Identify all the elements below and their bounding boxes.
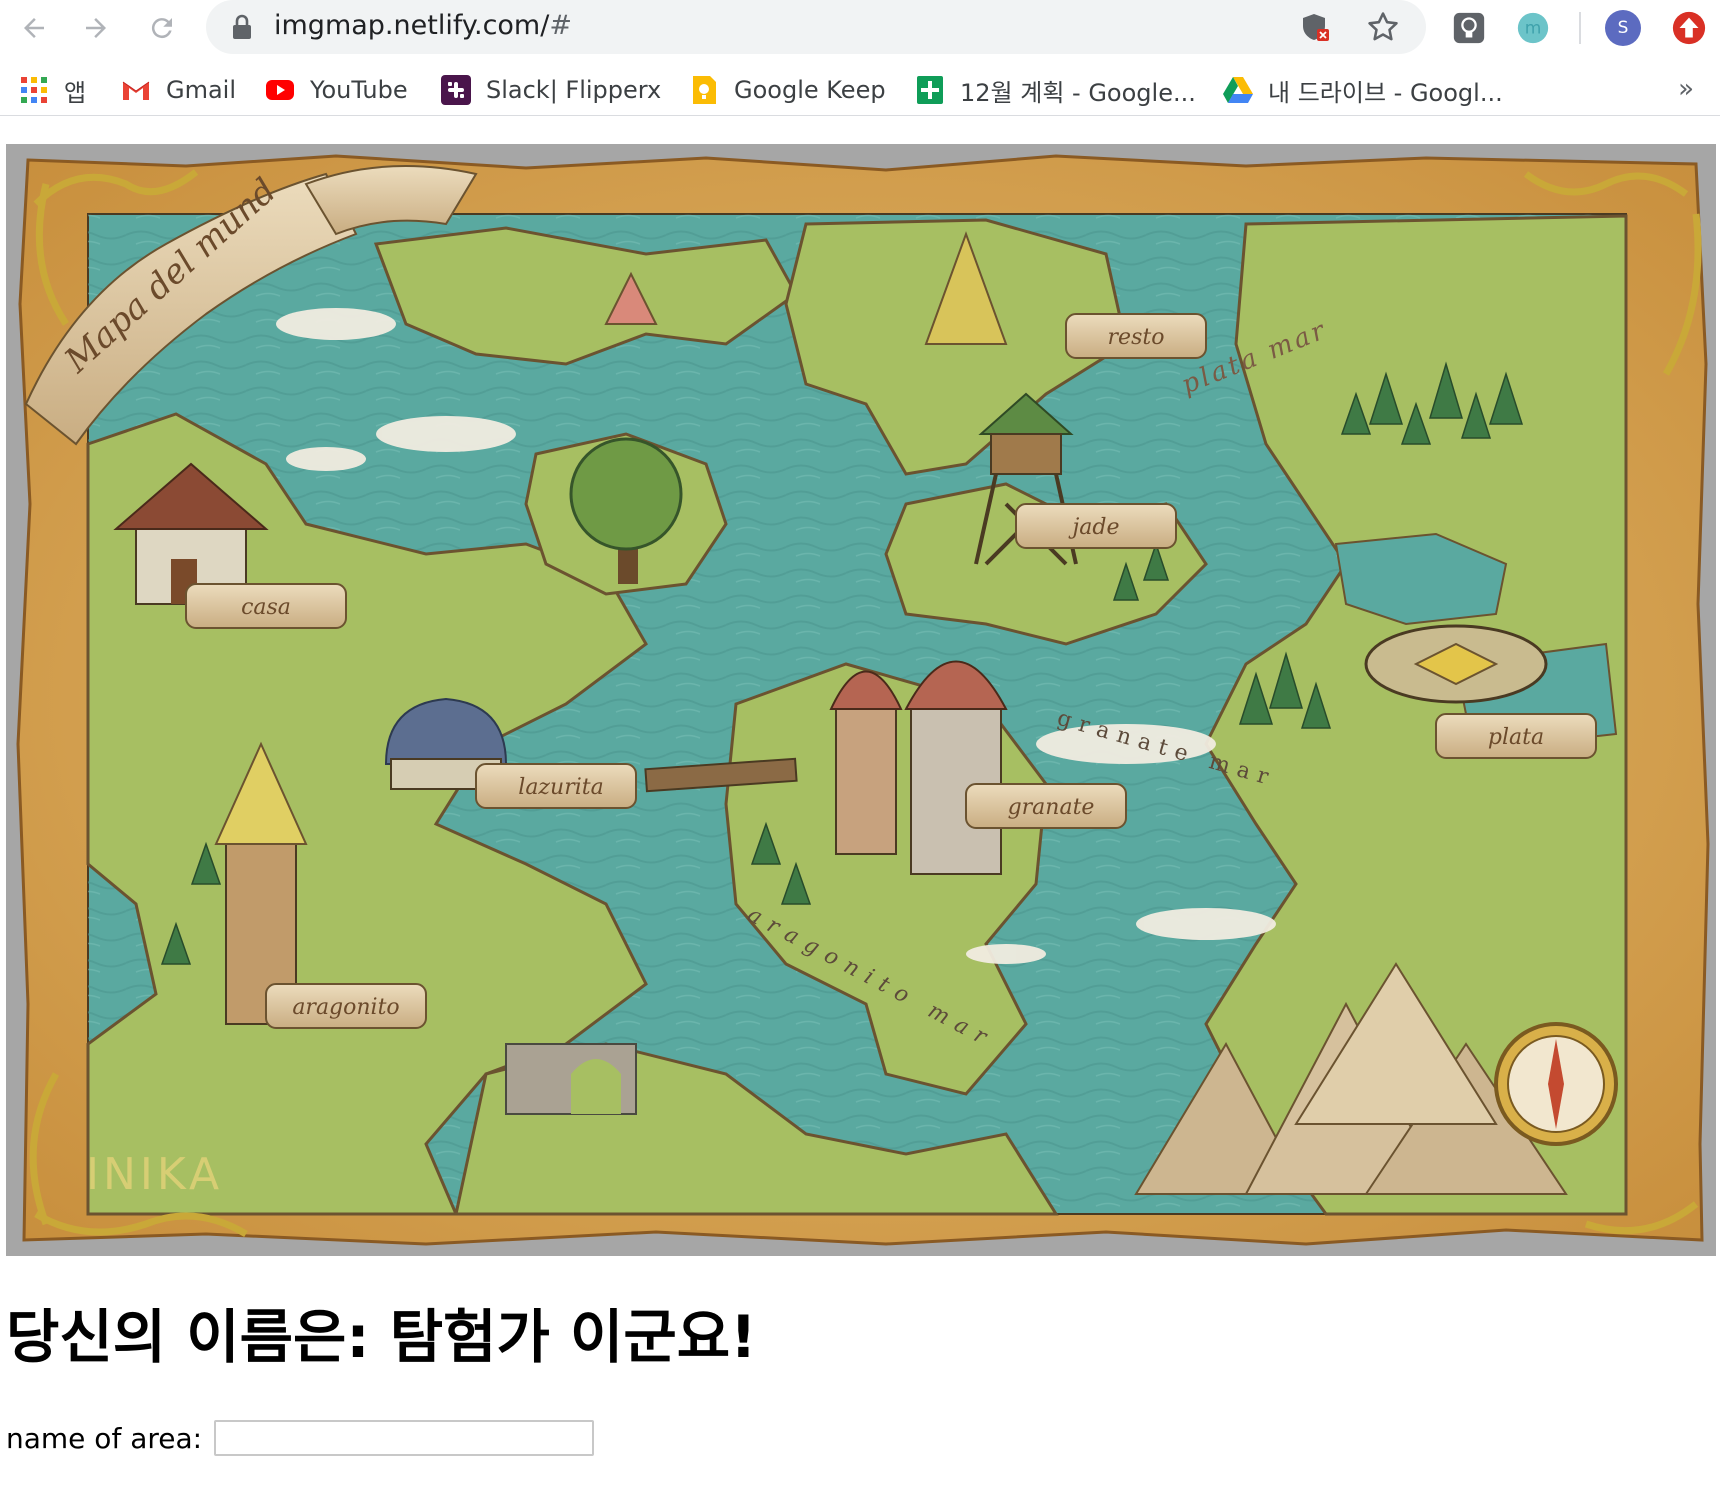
arrow-left-icon: [24, 18, 44, 38]
lock-icon: [233, 14, 251, 39]
bookmark-slack[interactable]: Slack| Flipperx: [440, 72, 661, 108]
map-illustration[interactable]: Mapa del mund resto jade casa lazurita g…: [6, 144, 1716, 1256]
area-name-input[interactable]: [214, 1420, 595, 1456]
compass-rose: [1494, 1022, 1618, 1146]
bookmark-google-keep[interactable]: Google Keep: [688, 72, 886, 108]
bookmarks-overflow-button[interactable]: »: [1678, 74, 1694, 104]
bookmark-label: Gmail: [166, 76, 237, 104]
ruin-wall: [505, 1043, 637, 1115]
update-arrow-icon: [1672, 11, 1706, 45]
area-field-row: name of area:: [6, 1420, 595, 1456]
location-label-lazurita: lazurita: [518, 775, 603, 800]
location-lazurita[interactable]: lazurita: [475, 763, 637, 809]
arrow-right-icon: [86, 18, 106, 38]
youtube-icon: [266, 80, 294, 100]
back-button[interactable]: [12, 6, 56, 50]
toolbar-divider: [1579, 12, 1581, 44]
address-bar[interactable]: imgmap.netlify.com/#: [206, 0, 1426, 54]
profile-button[interactable]: S: [1604, 9, 1642, 47]
url-text[interactable]: imgmap.netlify.com/#: [274, 10, 572, 41]
google-drive-icon: [1223, 77, 1253, 103]
location-label-plata: plata: [1488, 725, 1544, 750]
shield-blocked-icon[interactable]: [1300, 11, 1332, 43]
update-button[interactable]: [1670, 9, 1708, 47]
bookmark-label: Slack| Flipperx: [486, 76, 662, 104]
bookmark-label: 12월 계획 - Google...: [960, 78, 1196, 107]
bookmark-label: 내 드라이브 - Googl...: [1268, 78, 1503, 107]
location-resto[interactable]: resto: [1065, 313, 1207, 359]
location-jade[interactable]: jade: [1015, 503, 1177, 549]
bookmarks-bar: 앱 Gmail YouTube Slack| Flipperx Google K…: [0, 64, 1720, 116]
location-casa[interactable]: casa: [185, 583, 347, 629]
reload-icon: [151, 18, 172, 39]
bookmark-drive[interactable]: 내 드라이브 - Googl...: [1222, 72, 1503, 108]
bookmark-label: 앱: [64, 78, 87, 107]
url-fragment: #: [549, 10, 572, 41]
avatar-initial: S: [1617, 18, 1629, 38]
svg-text:m: m: [1525, 19, 1542, 39]
url-host: imgmap.netlify.com/: [274, 10, 550, 41]
apps-grid-icon: [21, 77, 47, 103]
fantasy-map[interactable]: Mapa del mund resto jade casa lazurita g…: [6, 144, 1716, 1256]
location-granate[interactable]: granate: [965, 783, 1127, 829]
location-label-casa: casa: [241, 595, 291, 620]
page-heading: 당신의 이름은: 탐험가 이군요!: [6, 1303, 757, 1371]
bookmark-gmail[interactable]: Gmail: [120, 72, 236, 108]
bookmark-youtube[interactable]: YouTube: [264, 72, 408, 108]
domed-towers: [829, 660, 1008, 875]
forward-button[interactable]: [74, 6, 118, 50]
google-keep-icon: [693, 76, 716, 104]
extension-keep-button[interactable]: [1450, 9, 1488, 47]
slack-icon: [441, 75, 471, 105]
bookmark-star-icon[interactable]: [1366, 10, 1400, 44]
area-name-label: name of area:: [6, 1421, 203, 1455]
bookmark-sheets-plan[interactable]: 12월 계획 - Google...: [914, 72, 1196, 108]
location-label-jade: jade: [1067, 515, 1119, 540]
location-label-aragonito: aragonito: [292, 995, 399, 1020]
stone-circle: [1364, 624, 1548, 704]
browser-toolbar: imgmap.netlify.com/# m S: [0, 0, 1720, 56]
reload-button[interactable]: [140, 6, 184, 50]
artist-signature: INIKA: [86, 1149, 223, 1200]
location-label-granate: granate: [1008, 795, 1095, 820]
location-aragonito[interactable]: aragonito: [265, 983, 427, 1029]
google-sheets-icon: [917, 76, 943, 104]
gmail-icon: [122, 81, 150, 100]
bookmark-label: Google Keep: [734, 76, 886, 104]
extension-m-button[interactable]: m: [1514, 9, 1552, 47]
lightbulb-extension-icon: [1453, 12, 1485, 44]
location-plata[interactable]: plata: [1435, 713, 1597, 759]
m-extension-icon: m: [1517, 12, 1549, 44]
bookmark-label: YouTube: [310, 76, 408, 104]
location-label-resto: resto: [1108, 325, 1165, 350]
bookmark-apps[interactable]: 앱: [18, 72, 86, 108]
